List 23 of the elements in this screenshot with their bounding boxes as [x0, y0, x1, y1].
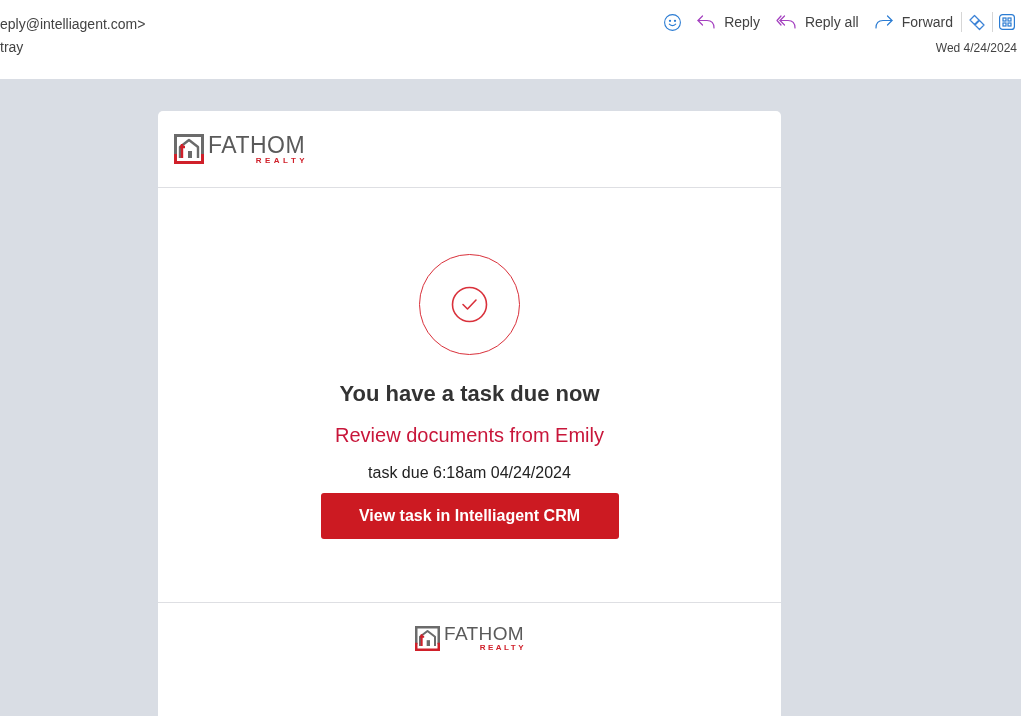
check-circle-icon: [419, 254, 520, 355]
forward-button[interactable]: Forward: [866, 8, 961, 36]
house-logo-icon: [174, 134, 204, 164]
smiley-icon: [664, 13, 682, 31]
loop-icon: [968, 13, 986, 31]
task-name: Review documents from Emily: [335, 423, 604, 447]
forward-arrow-icon: [874, 15, 893, 29]
recipient-name: tray: [0, 38, 25, 56]
view-task-button[interactable]: View task in Intelliagent CRM: [320, 493, 619, 539]
reply-all-arrow-icon: [775, 15, 796, 29]
reply-all-button[interactable]: Reply all: [767, 8, 867, 36]
logo-tagline: REALTY: [255, 155, 309, 165]
logo-wordmark: FATHOM: [443, 625, 525, 643]
reply-button[interactable]: Reply: [689, 8, 768, 36]
apps-grid-icon: [999, 14, 1015, 30]
task-title: You have a task due now: [339, 381, 600, 407]
logo-tagline: REALTY: [479, 643, 527, 652]
reply-arrow-icon: [697, 15, 716, 29]
task-due-date: task due 6:18am 04/24/2024: [368, 464, 571, 482]
sender-address: eply@intelliagent.com>: [0, 15, 146, 33]
house-logo-icon: [414, 626, 440, 651]
logo-wordmark: FATHOM: [208, 133, 306, 156]
message-date: Wed 4/24/2024: [935, 40, 1018, 56]
